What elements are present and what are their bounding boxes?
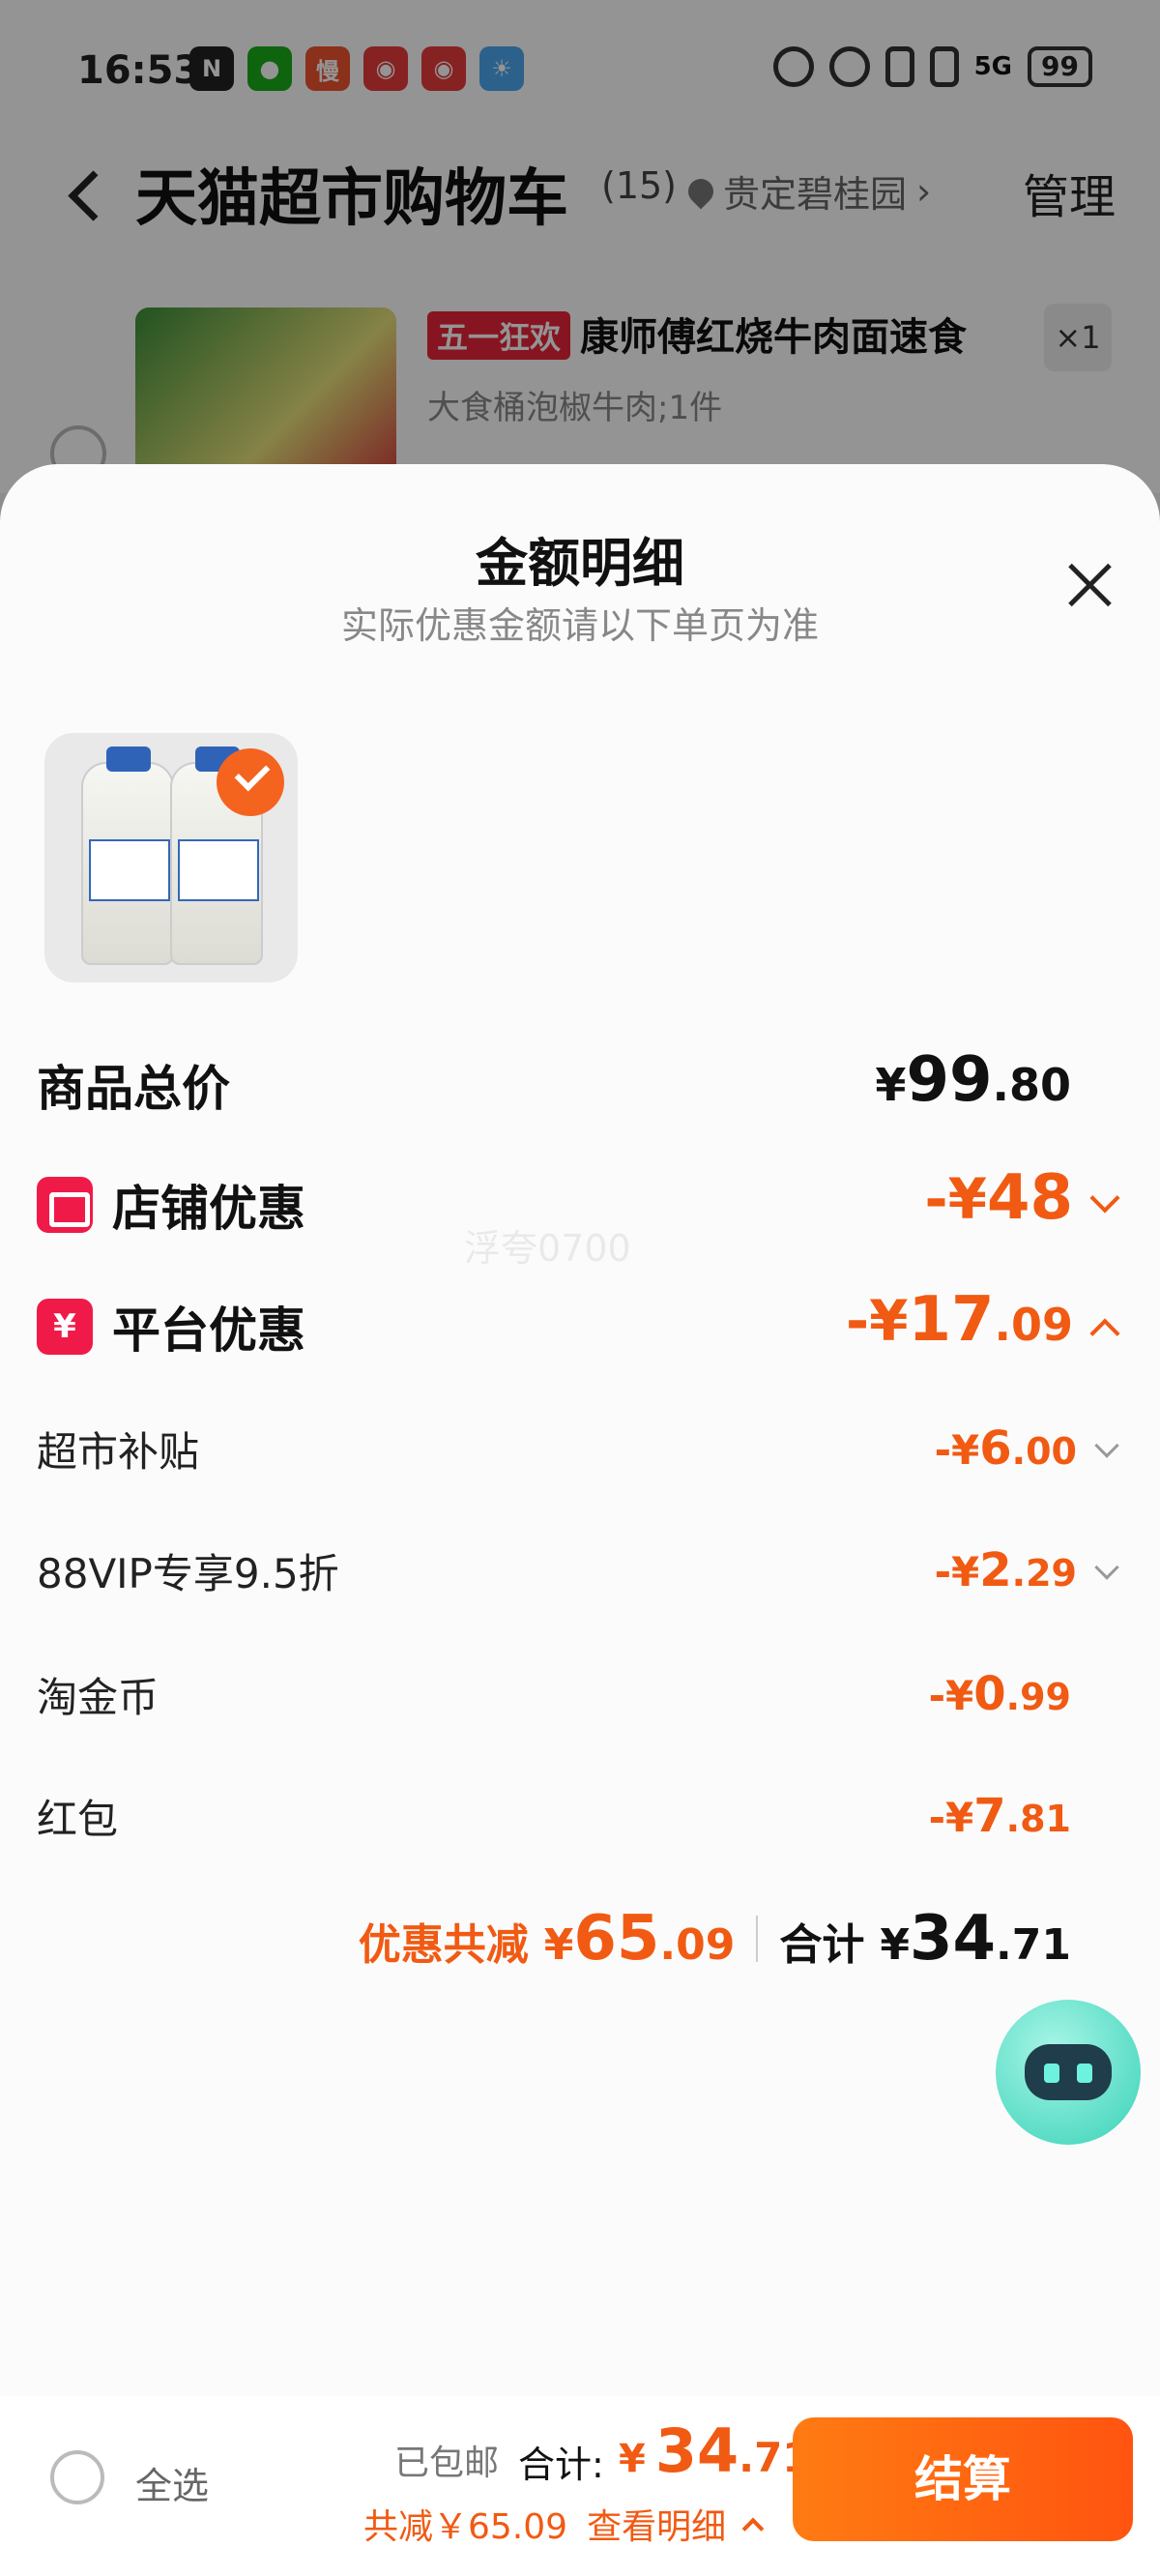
taojinbi-label: 淘金币 xyxy=(37,1674,160,1721)
select-all-radio[interactable] xyxy=(50,2450,104,2504)
bottom-total-amount: ¥ 34 .71 xyxy=(619,2415,811,2486)
amount-decimal: .00 xyxy=(1011,1430,1077,1473)
grand-total-integer: 34 xyxy=(909,1903,997,1975)
checkout-bar: 全选 已包邮 合计: ¥ 34 .71 共减￥65.09 查看明细 结算 xyxy=(0,2396,1160,2576)
platform-discount-amount[interactable]: -¥ 17 .09 xyxy=(846,1284,1120,1356)
milk-bottle-image xyxy=(81,746,174,965)
taojinbi-amount: -¥ 0 .99 xyxy=(929,1667,1071,1721)
select-all-label[interactable]: 全选 xyxy=(135,2456,209,2509)
total-price-row: 商品总价 xyxy=(37,1050,230,1120)
grand-total-label: 合计 xyxy=(779,1920,865,1970)
amount-integer: 6 xyxy=(979,1421,1012,1476)
amount-integer: 48 xyxy=(986,1162,1073,1234)
platform-discount-row[interactable]: ¥ 平台优惠 xyxy=(37,1292,305,1361)
red-packet-label: 红包 xyxy=(37,1796,119,1843)
discount-sign: -¥ xyxy=(934,1548,980,1595)
amount-integer: 0 xyxy=(973,1667,1006,1721)
currency-symbol: ¥ xyxy=(619,2437,646,2481)
discount-total-decimal: .09 xyxy=(659,1920,736,1970)
amount-integer: 2 xyxy=(979,1543,1012,1597)
chevron-up-icon[interactable] xyxy=(741,2517,765,2540)
close-icon[interactable] xyxy=(1065,561,1114,609)
amount-decimal: .99 xyxy=(1005,1676,1071,1718)
discount-sign: -¥ xyxy=(924,1166,987,1232)
shop-discount-row[interactable]: 店铺优惠 xyxy=(37,1170,305,1240)
saved-details-link[interactable]: 共减￥65.09 查看明细 xyxy=(363,2499,765,2549)
currency-symbol: ¥ xyxy=(543,1920,574,1970)
discount-total-label: 优惠共减 xyxy=(358,1920,529,1970)
saved-amount: 共减￥65.09 xyxy=(363,2507,568,2547)
sheet-title: 金额明细 xyxy=(476,533,684,594)
amount-decimal: .81 xyxy=(1005,1798,1071,1840)
bottom-total-label: 合计: xyxy=(518,2444,604,2486)
amount-decimal: .29 xyxy=(1011,1552,1077,1595)
currency-symbol: ¥ xyxy=(880,1920,910,1970)
amount-integer: 17 xyxy=(908,1284,995,1356)
discount-sign: -¥ xyxy=(934,1426,980,1474)
currency-symbol: ¥ xyxy=(875,1059,907,1111)
amount-detail-sheet: 金额明细 实际优惠金额请以下单页为准 浮夸0700 商品总价 ¥ 99 .80 … xyxy=(0,464,1160,2576)
chevron-down-icon[interactable] xyxy=(1089,1183,1120,1214)
amount-decimal: .09 xyxy=(994,1299,1074,1351)
chevron-up-icon[interactable] xyxy=(1089,1318,1120,1349)
discount-total-integer: 65 xyxy=(573,1903,660,1975)
vip-discount-label: 88VIP专享9.5折 xyxy=(37,1550,339,1597)
supermarket-subsidy-amount[interactable]: -¥ 6 .00 xyxy=(934,1421,1119,1476)
chevron-down-icon[interactable] xyxy=(1094,1433,1119,1458)
watermark: 浮夸0700 xyxy=(464,1227,631,1270)
supermarket-subsidy-label: 超市补贴 xyxy=(37,1428,200,1476)
total-price-amount: ¥ 99 .80 xyxy=(875,1044,1071,1116)
divider xyxy=(756,1916,759,1962)
vip-discount-amount[interactable]: -¥ 2 .29 xyxy=(934,1543,1119,1597)
discount-sign: -¥ xyxy=(846,1288,909,1354)
red-packet-amount: -¥ 7 .81 xyxy=(929,1789,1071,1843)
shop-discount-label: 店铺优惠 xyxy=(112,1181,305,1237)
platform-coupon-icon: ¥ xyxy=(37,1299,93,1355)
selected-check-icon xyxy=(217,748,284,816)
shop-discount-amount[interactable]: -¥ 48 xyxy=(924,1162,1120,1234)
amount-integer: 34 xyxy=(654,2415,740,2486)
platform-discount-label: 平台优惠 xyxy=(112,1303,305,1359)
discount-sign: -¥ xyxy=(928,1794,974,1841)
amount-integer: 7 xyxy=(973,1789,1006,1843)
free-shipping-label: 已包邮 xyxy=(394,2444,500,2483)
grand-total-decimal: .71 xyxy=(996,1920,1071,1970)
checkout-button[interactable]: 结算 xyxy=(793,2417,1133,2541)
assistant-robot-icon[interactable] xyxy=(996,2000,1141,2145)
chevron-down-icon[interactable] xyxy=(1094,1555,1119,1580)
amount-summary: 优惠共减 ¥ 65 .09 合计 ¥ 34 .71 xyxy=(359,1903,1071,1975)
total-price-label: 商品总价 xyxy=(37,1061,230,1117)
shop-icon xyxy=(37,1177,93,1233)
amount-decimal: .80 xyxy=(992,1059,1072,1111)
sheet-subtitle: 实际优惠金额请以下单页为准 xyxy=(340,604,819,647)
discount-sign: -¥ xyxy=(928,1672,974,1719)
view-details-label[interactable]: 查看明细 xyxy=(587,2499,726,2549)
amount-integer: 99 xyxy=(906,1044,993,1116)
